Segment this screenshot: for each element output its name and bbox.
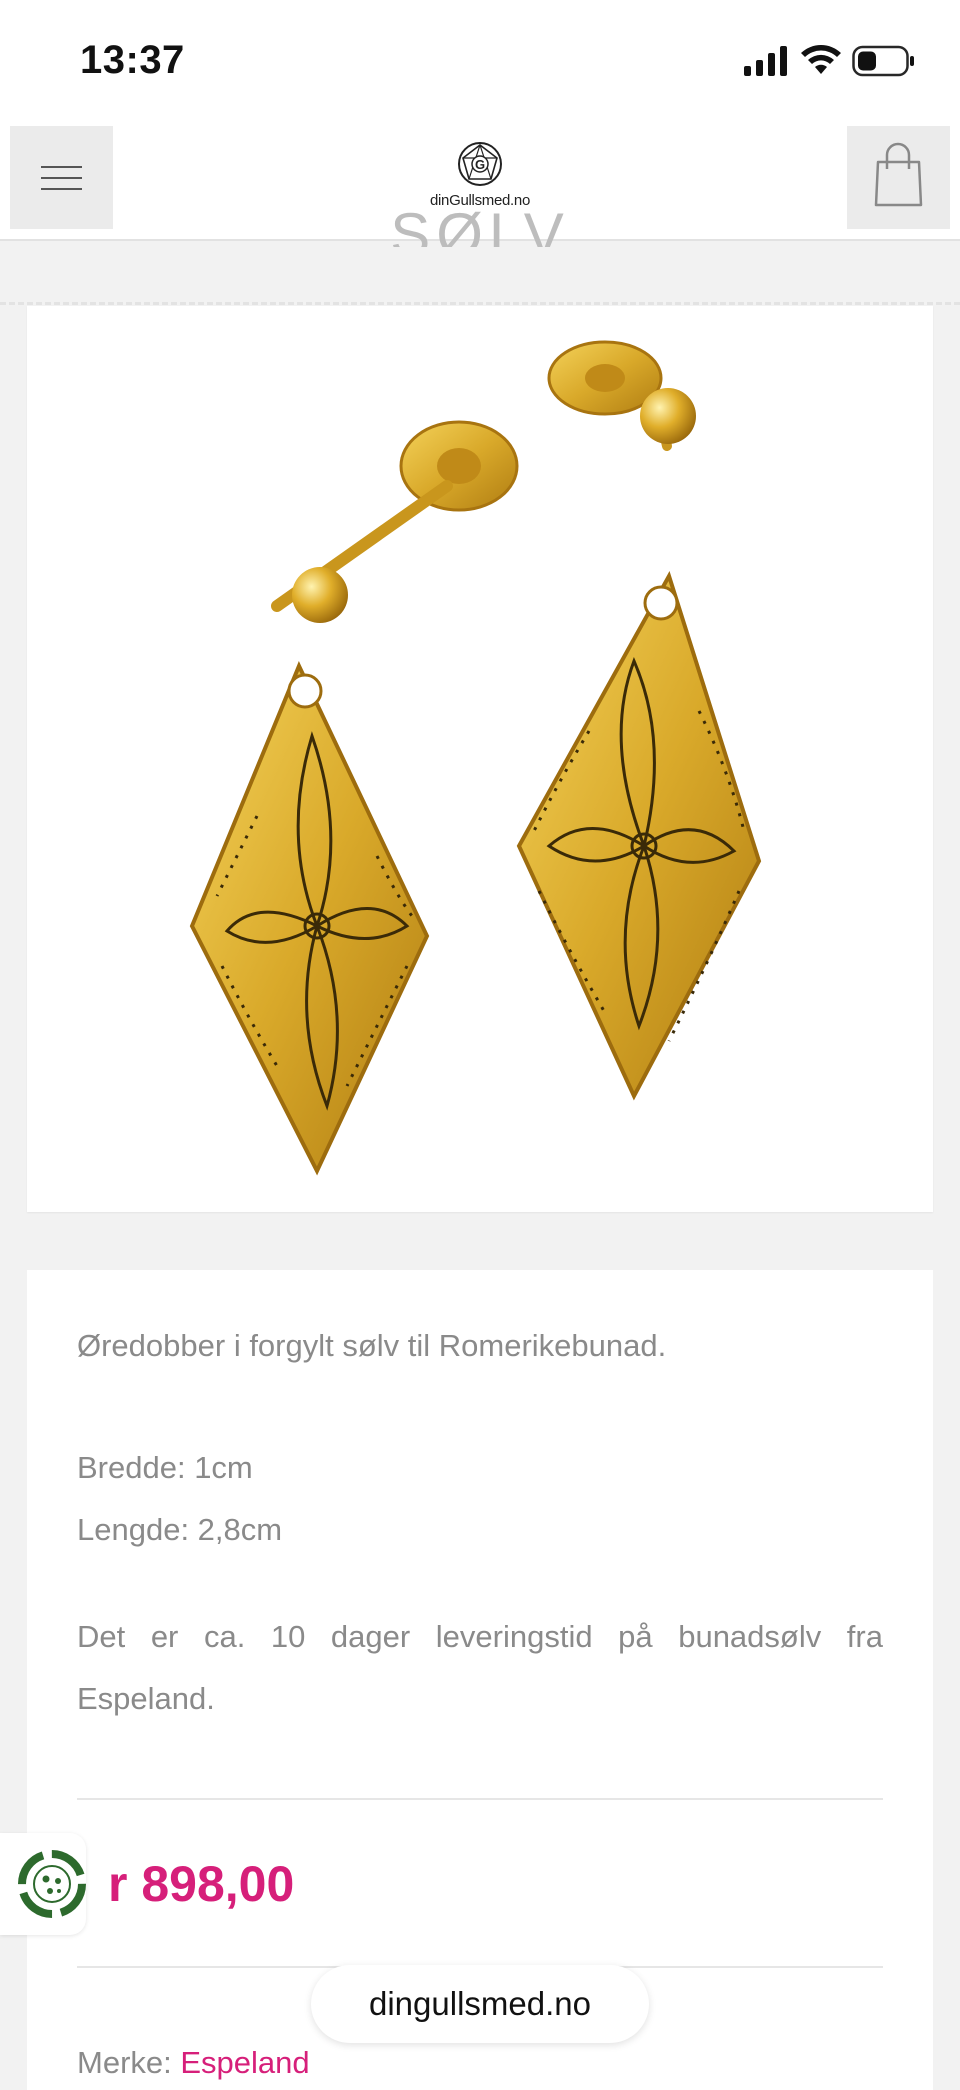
product-image[interactable]: [27, 306, 933, 1212]
logo-emblem-icon: G: [458, 142, 502, 186]
battery-icon: [852, 45, 914, 77]
wifi-icon: [801, 45, 841, 74]
cookie-settings-icon: [18, 1850, 86, 1918]
brand-link[interactable]: Espeland: [180, 2045, 309, 2080]
page-title-partial: SØLV: [390, 205, 570, 247]
product-length: Lengde: 2,8cm: [77, 1512, 283, 1547]
status-bar: 13:37: [0, 0, 960, 122]
floating-widget-button[interactable]: [0, 1833, 86, 1935]
hamburger-line: [41, 188, 82, 190]
hamburger-menu-icon: [41, 166, 82, 168]
product-price: r 898,00: [108, 1856, 295, 1912]
divider: [0, 302, 960, 305]
browser-url-bar[interactable]: dingullsmed.no: [311, 1965, 649, 2043]
brand-label: Merke:: [77, 2045, 181, 2080]
cellular-signal-icon: [744, 46, 787, 76]
earrings-illustration: [189, 340, 762, 1176]
divider: [77, 1798, 883, 1800]
hamburger-line: [41, 177, 82, 179]
product-description: Øredobber i forgylt sølv til Romerikebun…: [77, 1328, 667, 1363]
brand-row: Merke: Espeland: [77, 2045, 310, 2081]
svg-text:G: G: [475, 157, 485, 172]
product-width: Bredde: 1cm: [77, 1450, 253, 1485]
status-time: 13:37: [80, 38, 185, 82]
delivery-info: Det er ca. 10 dager leveringstid på buna…: [77, 1619, 883, 1716]
